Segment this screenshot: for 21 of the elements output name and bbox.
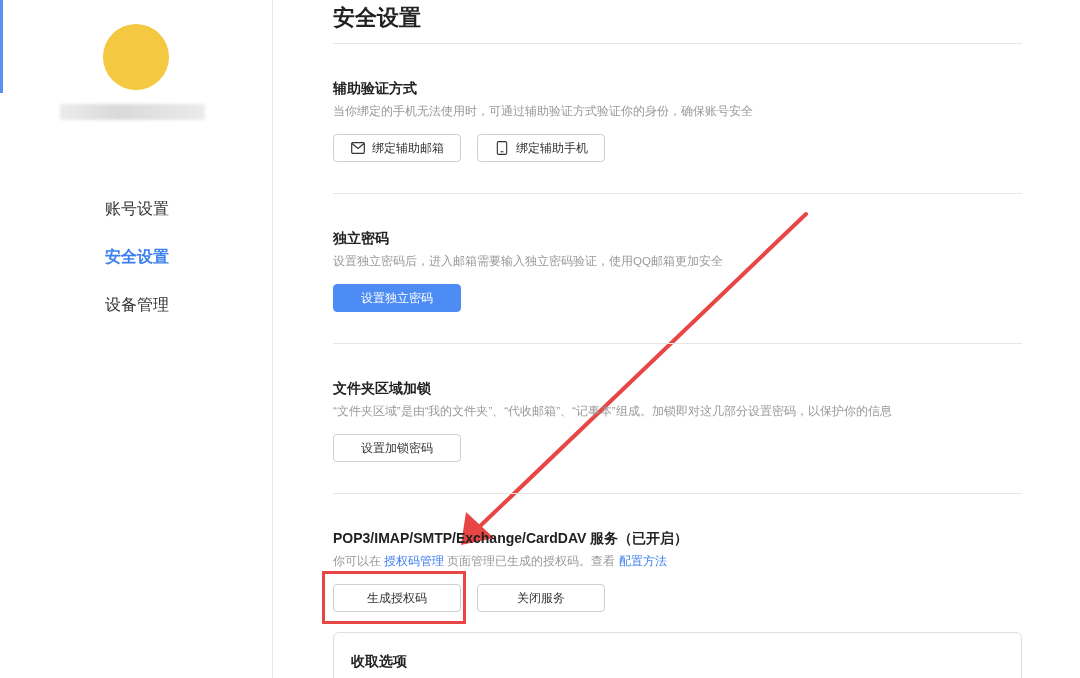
page-title: 安全设置 — [333, 4, 1022, 44]
sidebar-item[interactable]: 安全设置 — [105, 246, 169, 268]
button[interactable]: 绑定辅助手机 — [477, 134, 605, 162]
avatar — [101, 22, 171, 92]
phone-icon — [494, 141, 509, 155]
section-heading: 独立密码 — [333, 229, 390, 248]
button[interactable]: 生成授权码 — [333, 584, 461, 612]
button[interactable]: 绑定辅助邮箱 — [333, 134, 461, 162]
section-heading: 辅助验证方式 — [333, 79, 418, 98]
button[interactable]: 设置加锁密码 — [333, 434, 461, 462]
link[interactable]: 配置方法 — [618, 555, 667, 567]
section-description: 设置独立密码后，进入邮箱需要输入独立密码验证，使用QQ邮箱更加安全 — [333, 254, 724, 269]
sidebar-item[interactable]: 设备管理 — [105, 294, 169, 316]
section-description: 当你绑定的手机无法使用时，可通过辅助验证方式验证你的身份，确保账号安全 — [333, 104, 754, 119]
section-heading: 文件夹区域加锁 — [333, 379, 432, 398]
sidebar-item[interactable]: 账号设置 — [105, 198, 169, 220]
section-description: 你可以在 授权码管理 页面管理已生成的授权码。查看 配置方法 — [333, 554, 668, 569]
button[interactable]: 关闭服务 — [477, 584, 605, 612]
card-heading: 收取选项 — [351, 652, 408, 671]
envelope-icon — [350, 141, 365, 155]
link[interactable]: 授权码管理 — [384, 555, 445, 567]
